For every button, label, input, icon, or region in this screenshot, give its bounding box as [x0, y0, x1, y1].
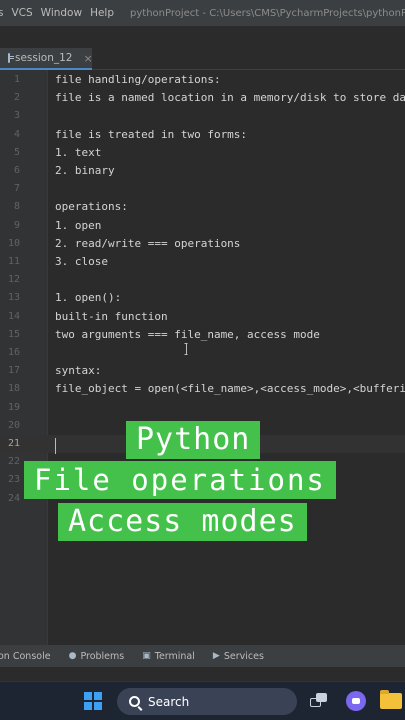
line-code: 3. close	[55, 255, 108, 268]
line-number: 1	[13, 74, 20, 85]
code-line[interactable]: 4 file is treated in two forms:	[0, 126, 405, 144]
menu-item-vcs[interactable]: VCS	[7, 7, 36, 19]
tab-label: session_12	[15, 52, 73, 64]
line-number: 8	[13, 201, 20, 213]
tool-label: Services	[223, 650, 264, 662]
code-line[interactable]: 5 1. text	[0, 144, 405, 162]
line-number: 9	[13, 219, 20, 231]
code-line[interactable]: 8 operations:	[0, 198, 405, 216]
search-label: Search	[148, 694, 190, 709]
code-line[interactable]: 11 3. close	[0, 253, 405, 271]
problems-icon: ●	[68, 651, 77, 661]
line-code: 2. binary	[55, 164, 115, 177]
line-code: file is treated in two forms:	[55, 127, 248, 141]
line-code: 2. read/write === operations	[55, 236, 241, 250]
line-number: 7	[13, 183, 20, 195]
close-icon[interactable]: ×	[83, 52, 92, 65]
code-line[interactable]: 18 file_object = open(<file_name>,<access…	[0, 380, 405, 398]
toolbar-area	[0, 26, 405, 48]
line-code: 1. text	[55, 145, 102, 159]
tool-window-bar: on Console ● Problems ▣ Terminal ▶ Servi…	[0, 645, 405, 667]
line-number: 17	[7, 365, 20, 377]
code-line[interactable]: 9 1. open	[0, 217, 405, 235]
tool-services[interactable]: ▶ Services	[213, 651, 264, 662]
line-number: 4	[13, 128, 20, 140]
line-number: 13	[7, 292, 20, 304]
line-code: file handling/operations:	[55, 73, 221, 86]
code-line[interactable]: 3	[0, 107, 405, 125]
code-line[interactable]: 7	[0, 180, 405, 198]
line-number: 6	[13, 165, 20, 176]
line-number: 19	[7, 401, 20, 413]
menu-item-help[interactable]: Help	[86, 7, 118, 19]
text-file-icon	[8, 53, 14, 63]
line-number: 15	[7, 328, 20, 340]
task-view-icon[interactable]	[310, 693, 328, 709]
tab-session-12[interactable]: session_12 ×	[0, 48, 93, 70]
line-code: built-in function	[55, 309, 168, 323]
windows-taskbar: Search	[0, 681, 405, 720]
code-line[interactable]: 10 2. read/write === operations	[0, 235, 405, 253]
tool-label: on Console	[0, 650, 51, 662]
search-icon	[129, 696, 140, 707]
code-line[interactable]: 12	[0, 271, 405, 289]
code-line[interactable]: 13 1. open():	[0, 289, 405, 307]
code-line[interactable]: 2 file is a named location in a memory/di…	[0, 89, 405, 107]
code-line[interactable]: 15 two arguments === file_name, access mo…	[0, 326, 405, 344]
menu-item-window[interactable]: Window	[37, 7, 86, 19]
tool-python-console[interactable]: on Console	[0, 651, 51, 662]
code-editor[interactable]: 1 file handling/operations: 2 file is a nam…	[0, 70, 405, 645]
windows-start-icon[interactable]	[84, 692, 102, 710]
line-code: 1. open():	[55, 291, 122, 305]
editor-tab-strip: session_12 ×	[0, 48, 405, 70]
caption-access-modes: Access modes	[58, 503, 307, 541]
tool-problems[interactable]: ● Problems	[69, 651, 125, 662]
window-title: pythonProject - C:\Users\CMS\PycharmProj…	[130, 7, 405, 19]
code-line[interactable]: 6 2. binary	[0, 162, 405, 180]
code-line[interactable]: 19	[0, 399, 405, 417]
line-code: two arguments === file_name, access mode	[55, 327, 320, 341]
code-line[interactable]: 14 built-in function	[0, 308, 405, 326]
line-code: operations:	[55, 200, 128, 214]
line-number: 2	[13, 92, 20, 104]
line-number: 24	[7, 492, 20, 504]
line-number: 14	[7, 310, 20, 322]
code-line[interactable]: 1 file handling/operations:	[0, 71, 405, 89]
line-code: file_object = open(<file_name>,<access_m…	[55, 382, 405, 396]
line-number: 5	[13, 146, 20, 158]
line-number: 12	[7, 274, 20, 286]
status-bar	[0, 667, 405, 681]
line-code: 1. open	[55, 218, 102, 232]
line-number: 3	[13, 110, 20, 122]
caption-file-operations: File operations	[24, 461, 336, 499]
line-code: syntax:	[55, 364, 102, 378]
chat-icon[interactable]	[346, 691, 366, 711]
text-caret	[55, 438, 56, 454]
services-icon: ▶	[212, 651, 220, 661]
line-number: 11	[7, 256, 20, 267]
menu-bar: s VCS Window Help pythonProject - C:\Use…	[0, 0, 405, 26]
line-number: 10	[7, 237, 20, 249]
taskbar-search[interactable]: Search	[117, 688, 297, 715]
line-number: 23	[7, 474, 20, 486]
file-explorer-icon[interactable]	[380, 690, 402, 709]
terminal-icon: ▣	[142, 651, 151, 661]
line-number: 21	[7, 438, 20, 449]
menu-item-s[interactable]: s	[0, 7, 7, 19]
mouse-ibeam-cursor	[184, 343, 188, 355]
caption-python: Python	[126, 421, 261, 459]
line-code: file is a named location in a memory/dis…	[55, 91, 405, 105]
line-number: 20	[7, 419, 20, 431]
line-number: 18	[7, 383, 20, 395]
tool-label: Terminal	[154, 650, 195, 662]
tool-label: Problems	[80, 650, 125, 662]
line-number: 16	[7, 347, 20, 358]
tool-terminal[interactable]: ▣ Terminal	[142, 651, 195, 662]
line-number: 22	[7, 456, 20, 468]
code-line[interactable]: 16	[0, 344, 405, 362]
code-line[interactable]: 17 syntax:	[0, 362, 405, 380]
